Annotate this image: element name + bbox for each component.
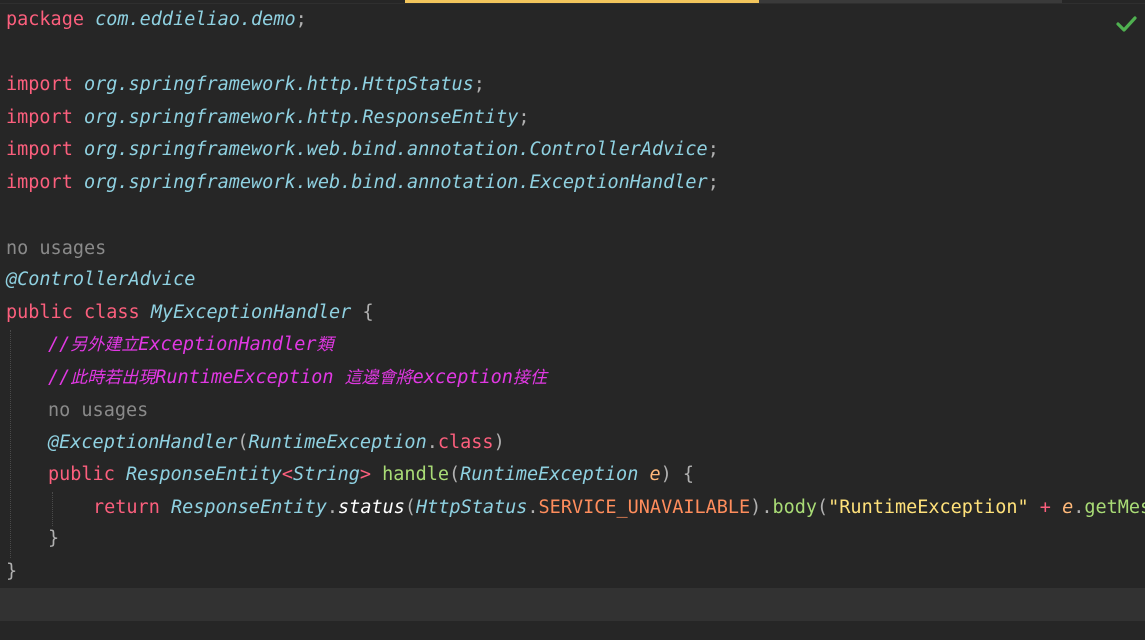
class-name: ResponseEntity [170, 497, 327, 518]
code-line-package[interactable]: package com.eddieliao.demo; [6, 4, 307, 36]
comment-text: 這邊會將 [344, 368, 413, 388]
code-line-return[interactable]: return ResponseEntity.status(HttpStatus.… [93, 492, 1145, 524]
keyword: import [6, 139, 73, 160]
operator: + [1039, 497, 1051, 518]
dot: . [426, 432, 438, 453]
comment-text: 類 [316, 335, 334, 355]
constant: SERVICE_UNAVAILABLE [538, 497, 751, 518]
semicolon: ; [518, 107, 530, 128]
class-name: HttpStatus [416, 497, 528, 518]
keyword: class [437, 432, 494, 453]
method-call: body [772, 497, 818, 518]
keyword: import [6, 172, 73, 193]
brace: } [48, 528, 60, 549]
import-path: org.springframework.web.bind.annotation.… [83, 139, 708, 160]
code-line-comment[interactable]: //此時若出現RuntimeException 這邊會將exception接住 [48, 362, 547, 394]
class-name: String [293, 464, 360, 485]
semicolon: ; [707, 139, 719, 160]
dot: . [326, 497, 339, 518]
comment-marker: // [48, 334, 71, 355]
current-line-highlight [0, 588, 1145, 621]
indent-guide [10, 330, 12, 558]
method-name: handle [382, 464, 449, 485]
package-name: com.eddieliao.demo [95, 9, 296, 30]
paren: ) [493, 432, 505, 453]
checkmark-icon[interactable] [1115, 12, 1137, 34]
paren: ( [404, 497, 417, 518]
keyword: public [6, 302, 73, 323]
indent-guide [52, 492, 54, 526]
comment-text: ExceptionHandler [138, 334, 317, 355]
angle-bracket: < [281, 464, 294, 485]
usage-hint[interactable]: no usages [6, 233, 106, 265]
paren: ( [237, 432, 249, 453]
parameter: e [1062, 497, 1074, 518]
comment-text: 另外建立 [70, 335, 139, 355]
paren: ) [660, 464, 672, 485]
paren: ( [448, 464, 461, 485]
import-path: org.springframework.http.ResponseEntity [83, 107, 519, 128]
brace: } [6, 561, 18, 582]
method-call: getMess [1084, 497, 1145, 518]
usage-hint[interactable]: no usages [48, 395, 148, 427]
comment-text: RuntimeException [155, 367, 345, 388]
code-line-import[interactable]: import org.springframework.http.Response… [6, 102, 530, 134]
class-name: ResponseEntity [125, 464, 282, 485]
dot: . [1073, 497, 1085, 518]
class-name: MyExceptionHandler [150, 302, 352, 323]
code-line-import[interactable]: import org.springframework.web.bind.anno… [6, 134, 719, 166]
code-line-close-brace[interactable]: } [6, 556, 17, 588]
code-editor[interactable]: package com.eddieliao.demo; import org.s… [0, 0, 1145, 640]
import-path: org.springframework.web.bind.annotation.… [83, 172, 708, 193]
code-line-class-annotation[interactable]: @ControllerAdvice [6, 264, 195, 296]
comment-text: 接住 [512, 368, 547, 388]
keyword: class [83, 302, 140, 323]
method-call: status [338, 497, 405, 518]
brace: { [362, 302, 374, 323]
import-path: org.springframework.http.HttpStatus [83, 74, 474, 95]
code-line-close-brace[interactable]: } [48, 523, 59, 555]
code-line-method-signature[interactable]: public ResponseEntity<String> handle(Run… [48, 459, 694, 491]
semicolon: ; [295, 9, 307, 30]
code-line-import[interactable]: import org.springframework.http.HttpStat… [6, 69, 485, 101]
class-name: RuntimeException [460, 464, 639, 485]
keyword: return [93, 497, 160, 518]
comment-marker: // [48, 367, 71, 388]
semicolon: ; [707, 172, 719, 193]
code-line-import[interactable]: import org.springframework.web.bind.anno… [6, 167, 719, 199]
code-line-class-declaration[interactable]: public class MyExceptionHandler { [6, 297, 374, 329]
keyword: package [6, 9, 84, 30]
dot: . [761, 497, 773, 518]
comment-text: 此時若出現 [70, 368, 156, 388]
paren: ) [750, 497, 762, 518]
brace: { [682, 464, 695, 485]
comment-text: exception [412, 367, 513, 388]
keyword: import [6, 74, 73, 95]
dot: . [527, 497, 539, 518]
angle-bracket: > [359, 464, 372, 485]
paren: ( [817, 497, 829, 518]
keyword: public [48, 464, 115, 485]
annotation: @ExceptionHandler [48, 432, 238, 453]
semicolon: ; [473, 74, 485, 95]
annotation: @ControllerAdvice [6, 269, 196, 290]
string-literal: "RuntimeException" [828, 497, 1029, 518]
code-line-comment[interactable]: //另外建立ExceptionHandler類 [48, 329, 334, 361]
keyword: import [6, 107, 73, 128]
parameter: e [649, 464, 661, 485]
class-name: RuntimeException [248, 432, 427, 453]
code-line-method-annotation[interactable]: @ExceptionHandler(RuntimeException.class… [48, 427, 505, 459]
